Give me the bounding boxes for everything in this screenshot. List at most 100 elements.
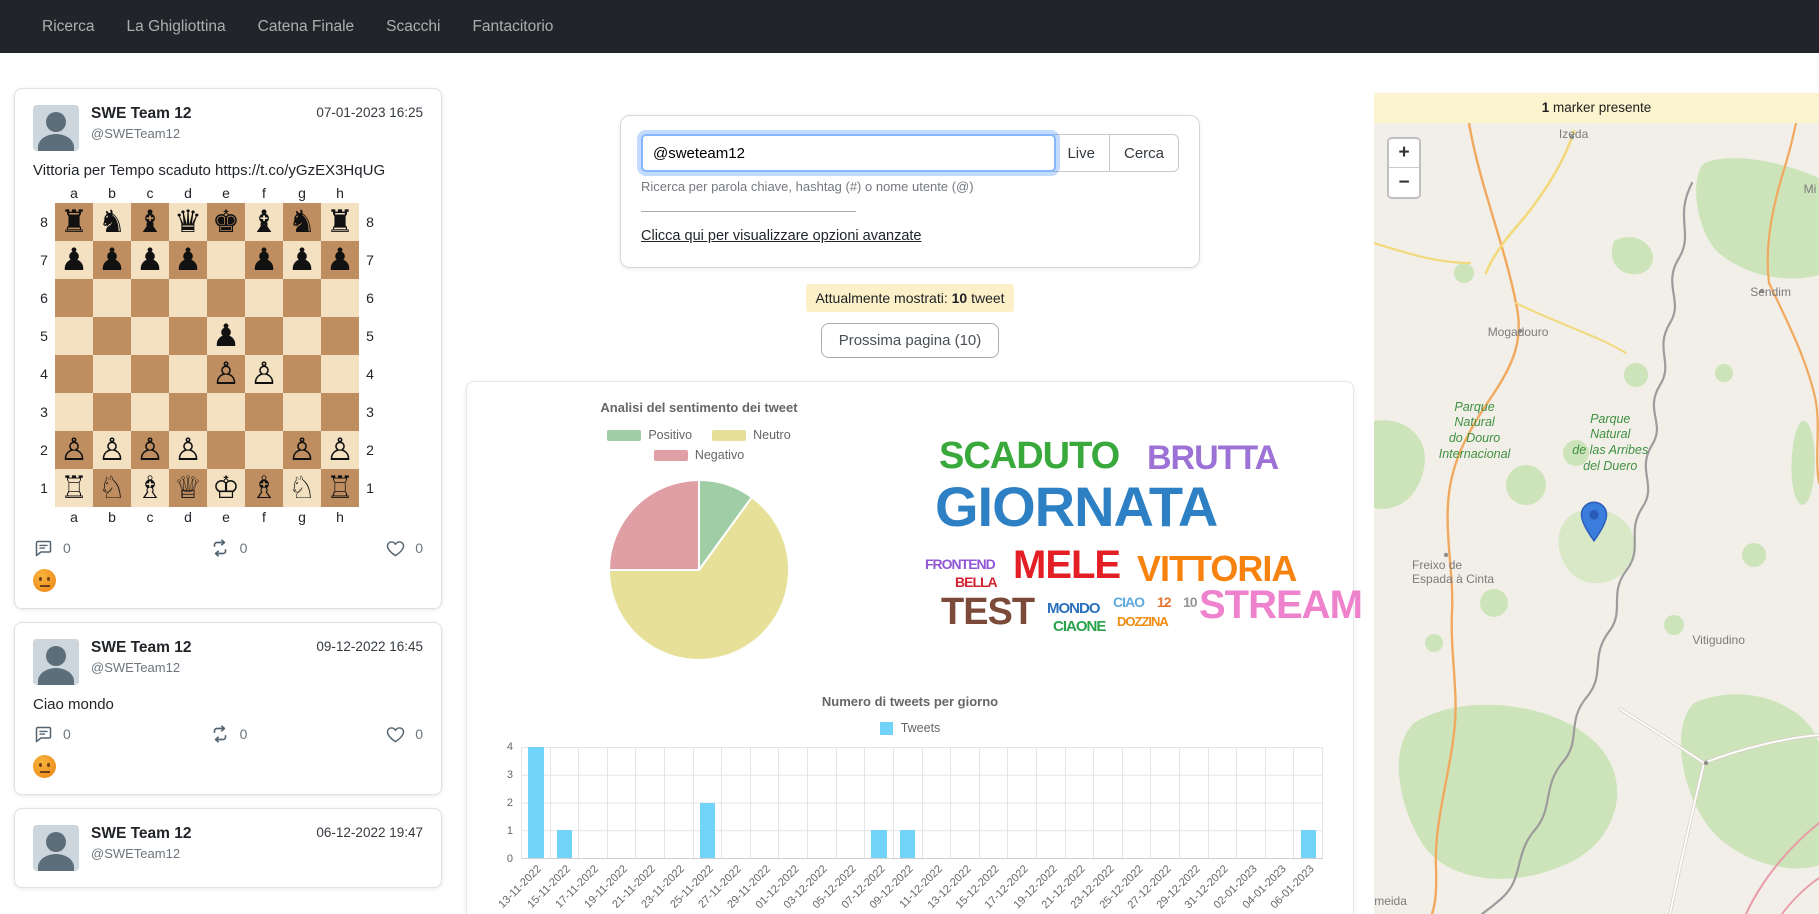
legend-label: Negativo (695, 448, 744, 462)
board-rank-4: 4♙♙4 (33, 355, 423, 393)
tweet-timestamp: 09-12-2022 16:45 (316, 639, 423, 654)
emoji-eye (47, 577, 50, 581)
bar-07-12-2022 (871, 830, 886, 858)
advanced-options-link[interactable]: Clicca qui per visualizzare opzioni avan… (641, 228, 921, 244)
zoom-in-button[interactable]: + (1389, 139, 1419, 168)
retweet-action[interactable]: 0 (209, 537, 248, 559)
square-h4 (321, 355, 359, 393)
y-tick-2: 2 (507, 797, 513, 809)
tweet-timestamp: 07-01-2023 16:25 (316, 105, 423, 120)
square-b3 (93, 393, 131, 431)
bar-slot-17-11-2022 (579, 747, 608, 858)
board-rank-6: 66 (33, 279, 423, 317)
sentiment-legend: PositivoNeutroNegativo (559, 425, 839, 465)
map-marker-banner: 1 marker presente (1374, 93, 1819, 123)
square-d5 (169, 317, 207, 355)
map-label-sendim: Sendim (1750, 285, 1791, 299)
map-marker-pin[interactable] (1581, 501, 1608, 542)
square-b4 (93, 355, 131, 393)
square-d7: ♟ (169, 241, 207, 279)
reply-action[interactable]: 0 (33, 538, 71, 559)
bar-slot-05-12-2022 (837, 747, 866, 858)
tweet-author-name: SWE Team 12 (91, 105, 316, 123)
files-top: abcdefgh (55, 183, 423, 203)
bar-25-11-2022 (700, 803, 715, 859)
square-f1: ♗ (245, 469, 283, 507)
map-zoom-control: + − (1387, 137, 1421, 199)
search-input[interactable] (641, 134, 1056, 172)
square-h8: ♜ (321, 203, 359, 241)
bar-slot-31-12-2022 (1209, 747, 1238, 858)
bar-chart-y-axis: 43210 (479, 747, 521, 859)
emoji-eye (39, 763, 42, 767)
square-c1: ♗ (131, 469, 169, 507)
square-f7: ♟ (245, 241, 283, 279)
next-page-button[interactable]: Prossima pagina (10) (821, 323, 1000, 358)
bar-slot-15-11-2022 (551, 747, 580, 858)
bar-slot-23-12-2022 (1094, 747, 1123, 858)
y-tick-4: 4 (507, 741, 513, 753)
sentiment-chart-title: Analisi del sentimento dei tweet (479, 400, 919, 415)
bar-slot-11-12-2022 (923, 747, 952, 858)
reply-count: 0 (63, 540, 71, 556)
bar-slot-25-12-2022 (1123, 747, 1152, 858)
bar-slot-17-12-2022 (1008, 747, 1037, 858)
bar-slot-15-12-2022 (980, 747, 1009, 858)
y-tick-1: 1 (507, 825, 513, 837)
bar-chart-title: Numero di tweets per giorno (479, 694, 1341, 709)
square-c3 (131, 393, 169, 431)
retweet-count: 0 (240, 726, 248, 742)
tweet-card: SWE Team 12@SWETeam1209-12-2022 16:45Cia… (14, 622, 442, 795)
like-action[interactable]: 0 (385, 538, 423, 559)
bar-chart-legend: Tweets (479, 721, 1341, 735)
retweet-icon (209, 537, 231, 559)
file-label-a: a (55, 183, 93, 203)
file-label-f: f (245, 507, 283, 527)
retweet-action[interactable]: 0 (209, 723, 248, 745)
y-tick-3: 3 (507, 769, 513, 781)
emoji-mouth (40, 771, 50, 773)
nav-item-la-ghigliottina[interactable]: La Ghigliottina (127, 18, 226, 36)
map-canvas[interactable]: + − IzedaMiSendimMogadouroParque Natural… (1374, 123, 1819, 914)
avatar (33, 639, 79, 685)
word-cloud: SCADUTOBRUTTAGIORNATAFRONTENDBELLAMELEVI… (925, 436, 1341, 651)
avatar-head-shape (46, 112, 66, 132)
file-label-e: e (207, 507, 245, 527)
square-e7 (207, 241, 245, 279)
tweet-timestamp: 06-12-2022 19:47 (316, 825, 423, 840)
bar-09-12-2022 (900, 830, 915, 858)
nav-item-scacchi[interactable]: Scacchi (386, 18, 440, 36)
bar-chart-x-axis: 13-11-202215-11-202217-11-202219-11-2022… (521, 859, 1323, 914)
avatar-bust-shape (38, 134, 74, 151)
square-g8: ♞ (283, 203, 321, 241)
rank-label-right: 5 (359, 328, 381, 344)
file-label-d: d (169, 507, 207, 527)
like-action[interactable]: 0 (385, 724, 423, 745)
rank-label-left: 5 (33, 328, 55, 344)
sentiment-pie (604, 475, 794, 665)
like-icon (385, 538, 406, 559)
square-c7: ♟ (131, 241, 169, 279)
avatar-head-shape (46, 646, 66, 666)
nav-item-catena-finale[interactable]: Catena Finale (258, 18, 355, 36)
cloud-word-ciaone: CIAONE (1053, 620, 1105, 634)
square-a8: ♜ (55, 203, 93, 241)
bar-slot-19-11-2022 (608, 747, 637, 858)
tweet-author-handle: @SWETeam12 (91, 660, 316, 675)
bar-slot-13-12-2022 (951, 747, 980, 858)
square-a6 (55, 279, 93, 317)
bar-slot-03-12-2022 (808, 747, 837, 858)
nav-item-fantacitorio[interactable]: Fantacitorio (472, 18, 553, 36)
tweet-author-name: SWE Team 12 (91, 825, 316, 843)
reply-action[interactable]: 0 (33, 724, 71, 745)
cerca-button[interactable]: Cerca (1110, 134, 1179, 172)
live-button[interactable]: Live (1053, 134, 1110, 172)
bar-slot-21-11-2022 (636, 747, 665, 858)
nav-item-ricerca[interactable]: Ricerca (42, 18, 95, 36)
tweet-card: SWE Team 12@SWETeam1207-01-2023 16:25Vit… (14, 88, 442, 609)
square-f6 (245, 279, 283, 317)
avatar-bust-shape (38, 854, 74, 871)
square-e6 (207, 279, 245, 317)
zoom-out-button[interactable]: − (1389, 168, 1419, 197)
square-e8: ♚ (207, 203, 245, 241)
